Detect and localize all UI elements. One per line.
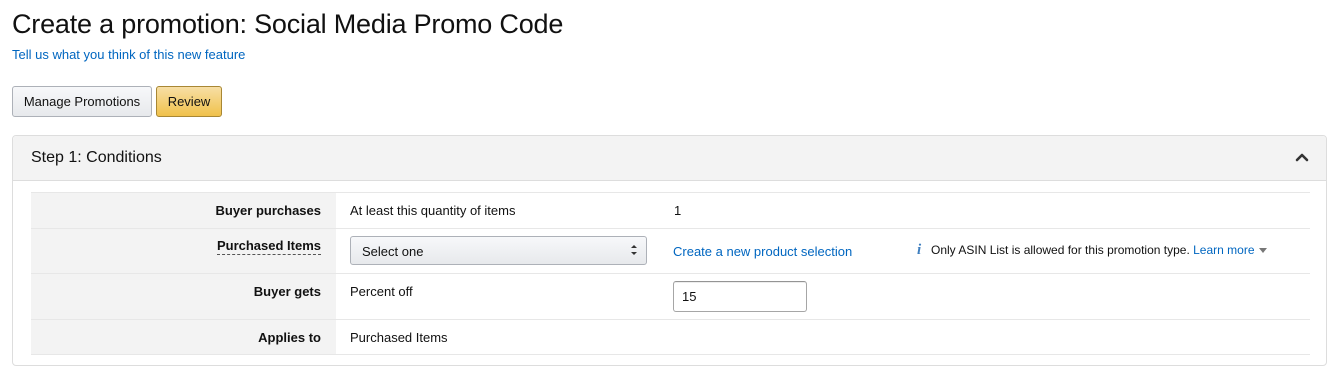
- row-label-cell: Applies to: [31, 320, 336, 354]
- page-title: Create a promotion: Social Media Promo C…: [12, 9, 564, 39]
- applies-to-value: Purchased Items: [350, 330, 448, 345]
- row-label-cell: Buyer gets: [31, 274, 336, 319]
- feedback-link[interactable]: Tell us what you think of this new featu…: [12, 47, 245, 62]
- learn-more-label: Learn more: [1193, 243, 1255, 257]
- table-row: Applies to Purchased Items: [31, 320, 1310, 355]
- learn-more-link[interactable]: Learn more: [1193, 243, 1267, 257]
- info-text: Only ASIN List is allowed for this promo…: [931, 243, 1190, 257]
- buyer-gets-benefit: Percent off: [350, 284, 413, 299]
- buyer-purchases-condition: At least this quantity of items: [350, 203, 516, 218]
- table-row: Buyer gets Percent off: [31, 274, 1310, 320]
- chevron-up-icon[interactable]: [1294, 149, 1310, 165]
- table-row: Purchased Items Select one Create a new …: [31, 229, 1310, 274]
- select-value: Select one: [362, 244, 424, 259]
- panel-header[interactable]: Step 1: Conditions: [13, 136, 1326, 181]
- buyer-purchases-label: Buyer purchases: [215, 203, 322, 218]
- info-icon: i: [917, 242, 922, 258]
- step-title: Step 1: Conditions: [31, 149, 162, 166]
- row-label-cell: Purchased Items: [31, 229, 336, 273]
- create-product-selection-link[interactable]: Create a new product selection: [673, 244, 852, 259]
- purchased-items-label[interactable]: Purchased Items: [216, 238, 321, 255]
- row-label-cell: Buyer purchases: [31, 193, 336, 228]
- select-arrows-icon: [631, 245, 637, 255]
- conditions-panel: Step 1: Conditions Buyer purchases At le…: [12, 135, 1327, 366]
- review-button[interactable]: Review: [156, 86, 222, 117]
- info-message: Only ASIN List is allowed for this promo…: [931, 243, 1267, 257]
- percent-off-input[interactable]: [673, 281, 807, 312]
- buyer-gets-label: Buyer gets: [253, 284, 321, 299]
- caret-down-icon: [1258, 248, 1267, 254]
- product-selection-select[interactable]: Select one: [350, 236, 647, 265]
- table-row: Buyer purchases At least this quantity o…: [31, 193, 1310, 229]
- buyer-purchases-quantity: 1: [674, 203, 682, 218]
- applies-to-label: Applies to: [258, 330, 321, 345]
- conditions-table: Buyer purchases At least this quantity o…: [31, 192, 1310, 355]
- manage-promotions-button[interactable]: Manage Promotions: [12, 86, 152, 117]
